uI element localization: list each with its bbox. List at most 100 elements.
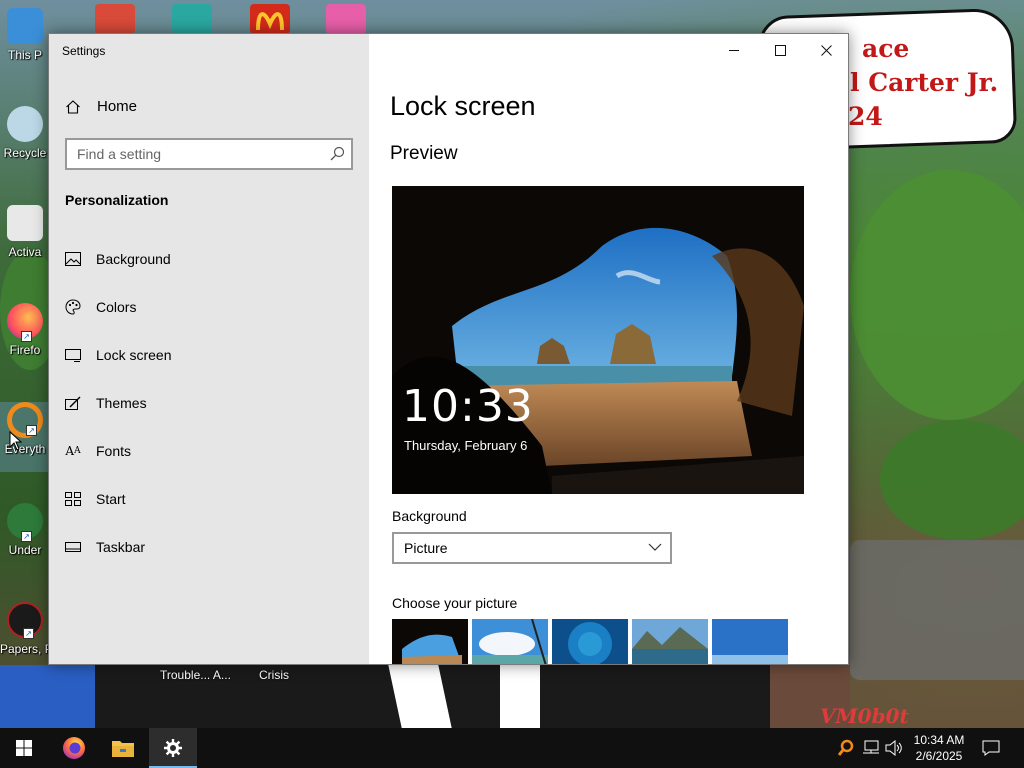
mountain-lake-thumbnail-image <box>632 619 708 664</box>
desktop-icon-label-trouble[interactable]: Trouble... A... <box>160 668 231 682</box>
wallpaper-stripe <box>500 665 540 728</box>
mcdonalds-icon[interactable] <box>250 4 290 34</box>
network-icon[interactable] <box>861 738 881 758</box>
volume-icon[interactable] <box>884 738 904 758</box>
taskbar-firefox-button[interactable] <box>50 728 98 768</box>
taskbar-clock[interactable]: 10:34 AM 2/6/2025 <box>904 732 974 764</box>
desktop-icon-recycle-bin[interactable]: Recycle <box>0 106 50 160</box>
wallpaper-bush <box>880 420 1024 540</box>
sidebar-item-label: Start <box>96 491 126 507</box>
maximize-button[interactable] <box>757 34 803 66</box>
desktop-icon-papers-please[interactable]: ↗ Papers, P <box>0 602 50 656</box>
sidebar-item-label: Themes <box>96 395 147 411</box>
section-title: Personalization <box>65 192 169 208</box>
desktop-icon-label: Firefo <box>9 343 41 357</box>
close-button[interactable] <box>803 34 848 66</box>
shortcut-arrow-icon: ↗ <box>21 331 32 342</box>
cave-thumbnail-image <box>392 619 468 664</box>
desktop-icon-undertale[interactable]: ↗ Under <box>0 503 50 557</box>
taskbar-icon <box>65 539 81 555</box>
desktop-icon-partial[interactable] <box>95 4 135 34</box>
picture-thumbnail[interactable] <box>472 619 548 664</box>
minimize-icon <box>728 49 739 51</box>
clock-time: 10:34 AM <box>913 733 965 747</box>
picture-icon <box>65 251 81 267</box>
nav-home[interactable]: Home <box>65 98 137 115</box>
desktop-icon-label: Everyth <box>4 442 46 456</box>
wallpaper-tree <box>850 170 1024 420</box>
underwater-thumbnail-image <box>552 619 628 664</box>
choose-picture-label: Choose your picture <box>392 595 518 611</box>
sidebar-item-label: Lock screen <box>96 347 172 363</box>
background-dropdown-value: Picture <box>404 540 448 556</box>
taskbar-settings-button[interactable] <box>149 728 197 768</box>
themes-icon <box>65 395 81 411</box>
wallpaper-watermark: VM0b0t <box>820 704 909 728</box>
desktop-icon-label: This P <box>7 48 42 62</box>
start-button[interactable] <box>0 728 48 768</box>
desktop-icon-label: Recycle <box>3 146 47 160</box>
shortcut-arrow-icon: ↗ <box>26 425 37 436</box>
sidebar-item-start[interactable]: Start <box>49 479 369 519</box>
search-icon[interactable] <box>329 146 345 162</box>
sidebar-item-label: Taskbar <box>96 539 146 555</box>
desktop-icon-firefox[interactable]: ↗ Firefo <box>0 303 50 357</box>
window-title: Settings <box>62 44 106 58</box>
search-input[interactable] <box>67 140 325 168</box>
wallpaper-dark-band <box>0 665 770 728</box>
settings-sidebar: Settings Home Personalization Background <box>49 34 369 664</box>
taskbar-file-explorer-button[interactable] <box>99 728 147 768</box>
settings-content: Lock screen Preview 10:33 Thursday, Febr… <box>369 34 848 664</box>
sign-line-1: ace <box>862 34 910 63</box>
sidebar-item-themes[interactable]: Themes <box>49 383 369 423</box>
fonts-icon: AA <box>65 444 81 458</box>
picture-thumbnail[interactable] <box>392 619 468 664</box>
action-center-button[interactable] <box>981 738 1001 758</box>
search-box[interactable] <box>65 138 353 170</box>
shortcut-arrow-icon: ↗ <box>23 628 34 639</box>
lock-screen-preview: 10:33 Thursday, February 6 <box>392 186 804 494</box>
page-title: Lock screen <box>390 91 536 121</box>
document-icon <box>7 205 43 241</box>
computer-icon <box>7 8 43 44</box>
background-dropdown[interactable]: Picture <box>392 532 672 564</box>
desktop-icon-partial[interactable] <box>172 4 212 34</box>
sidebar-item-colors[interactable]: Colors <box>49 287 369 327</box>
sidebar-item-fonts[interactable]: AA Fonts <box>49 431 369 471</box>
papers-please-icon: ↗ <box>7 602 43 639</box>
desktop-icon-label: Papers, P <box>0 642 50 656</box>
firefox-icon <box>63 737 85 759</box>
palette-icon <box>65 299 81 315</box>
desktop-icon-label-crisis[interactable]: Crisis <box>259 668 289 682</box>
sign-line-2: l Carter Jr. <box>850 68 999 97</box>
clock-date: 2/6/2025 <box>915 749 963 763</box>
windows-logo-icon <box>16 740 32 756</box>
sidebar-item-background[interactable]: Background <box>49 239 369 279</box>
mouse-cursor-icon <box>9 431 23 451</box>
picture-thumbnail[interactable] <box>632 619 708 664</box>
picture-thumbnail[interactable] <box>712 619 788 664</box>
sidebar-item-label: Colors <box>96 299 137 315</box>
desktop-icon-this-pc[interactable]: This P <box>0 8 50 62</box>
firefox-icon: ↗ <box>7 303 43 342</box>
preview-time: 10:33 <box>402 381 534 432</box>
preview-heading: Preview <box>390 143 458 164</box>
picture-thumbnail[interactable] <box>552 619 628 664</box>
folder-icon <box>112 741 134 757</box>
undertale-icon: ↗ <box>7 503 43 542</box>
desktop-icon-partial[interactable] <box>326 4 366 34</box>
sidebar-item-taskbar[interactable]: Taskbar <box>49 527 369 567</box>
notifications-icon <box>982 740 1000 756</box>
desktop-icon-activate[interactable]: Activa <box>0 205 50 259</box>
desktop-icon-everything[interactable]: ↗ Everyth <box>0 402 50 472</box>
background-label: Background <box>392 508 467 524</box>
taskbar: 10:34 AM 2/6/2025 <box>0 728 1024 768</box>
shortcut-arrow-icon: ↗ <box>21 531 32 542</box>
nav-home-label: Home <box>97 98 138 115</box>
minimize-button[interactable] <box>711 34 757 66</box>
wallpaper-pavement <box>850 540 1024 680</box>
maximize-icon <box>774 44 786 56</box>
tray-search-everything-icon[interactable] <box>836 738 856 758</box>
sidebar-item-lock-screen[interactable]: Lock screen <box>49 335 369 375</box>
sidebar-item-label: Fonts <box>96 443 132 459</box>
